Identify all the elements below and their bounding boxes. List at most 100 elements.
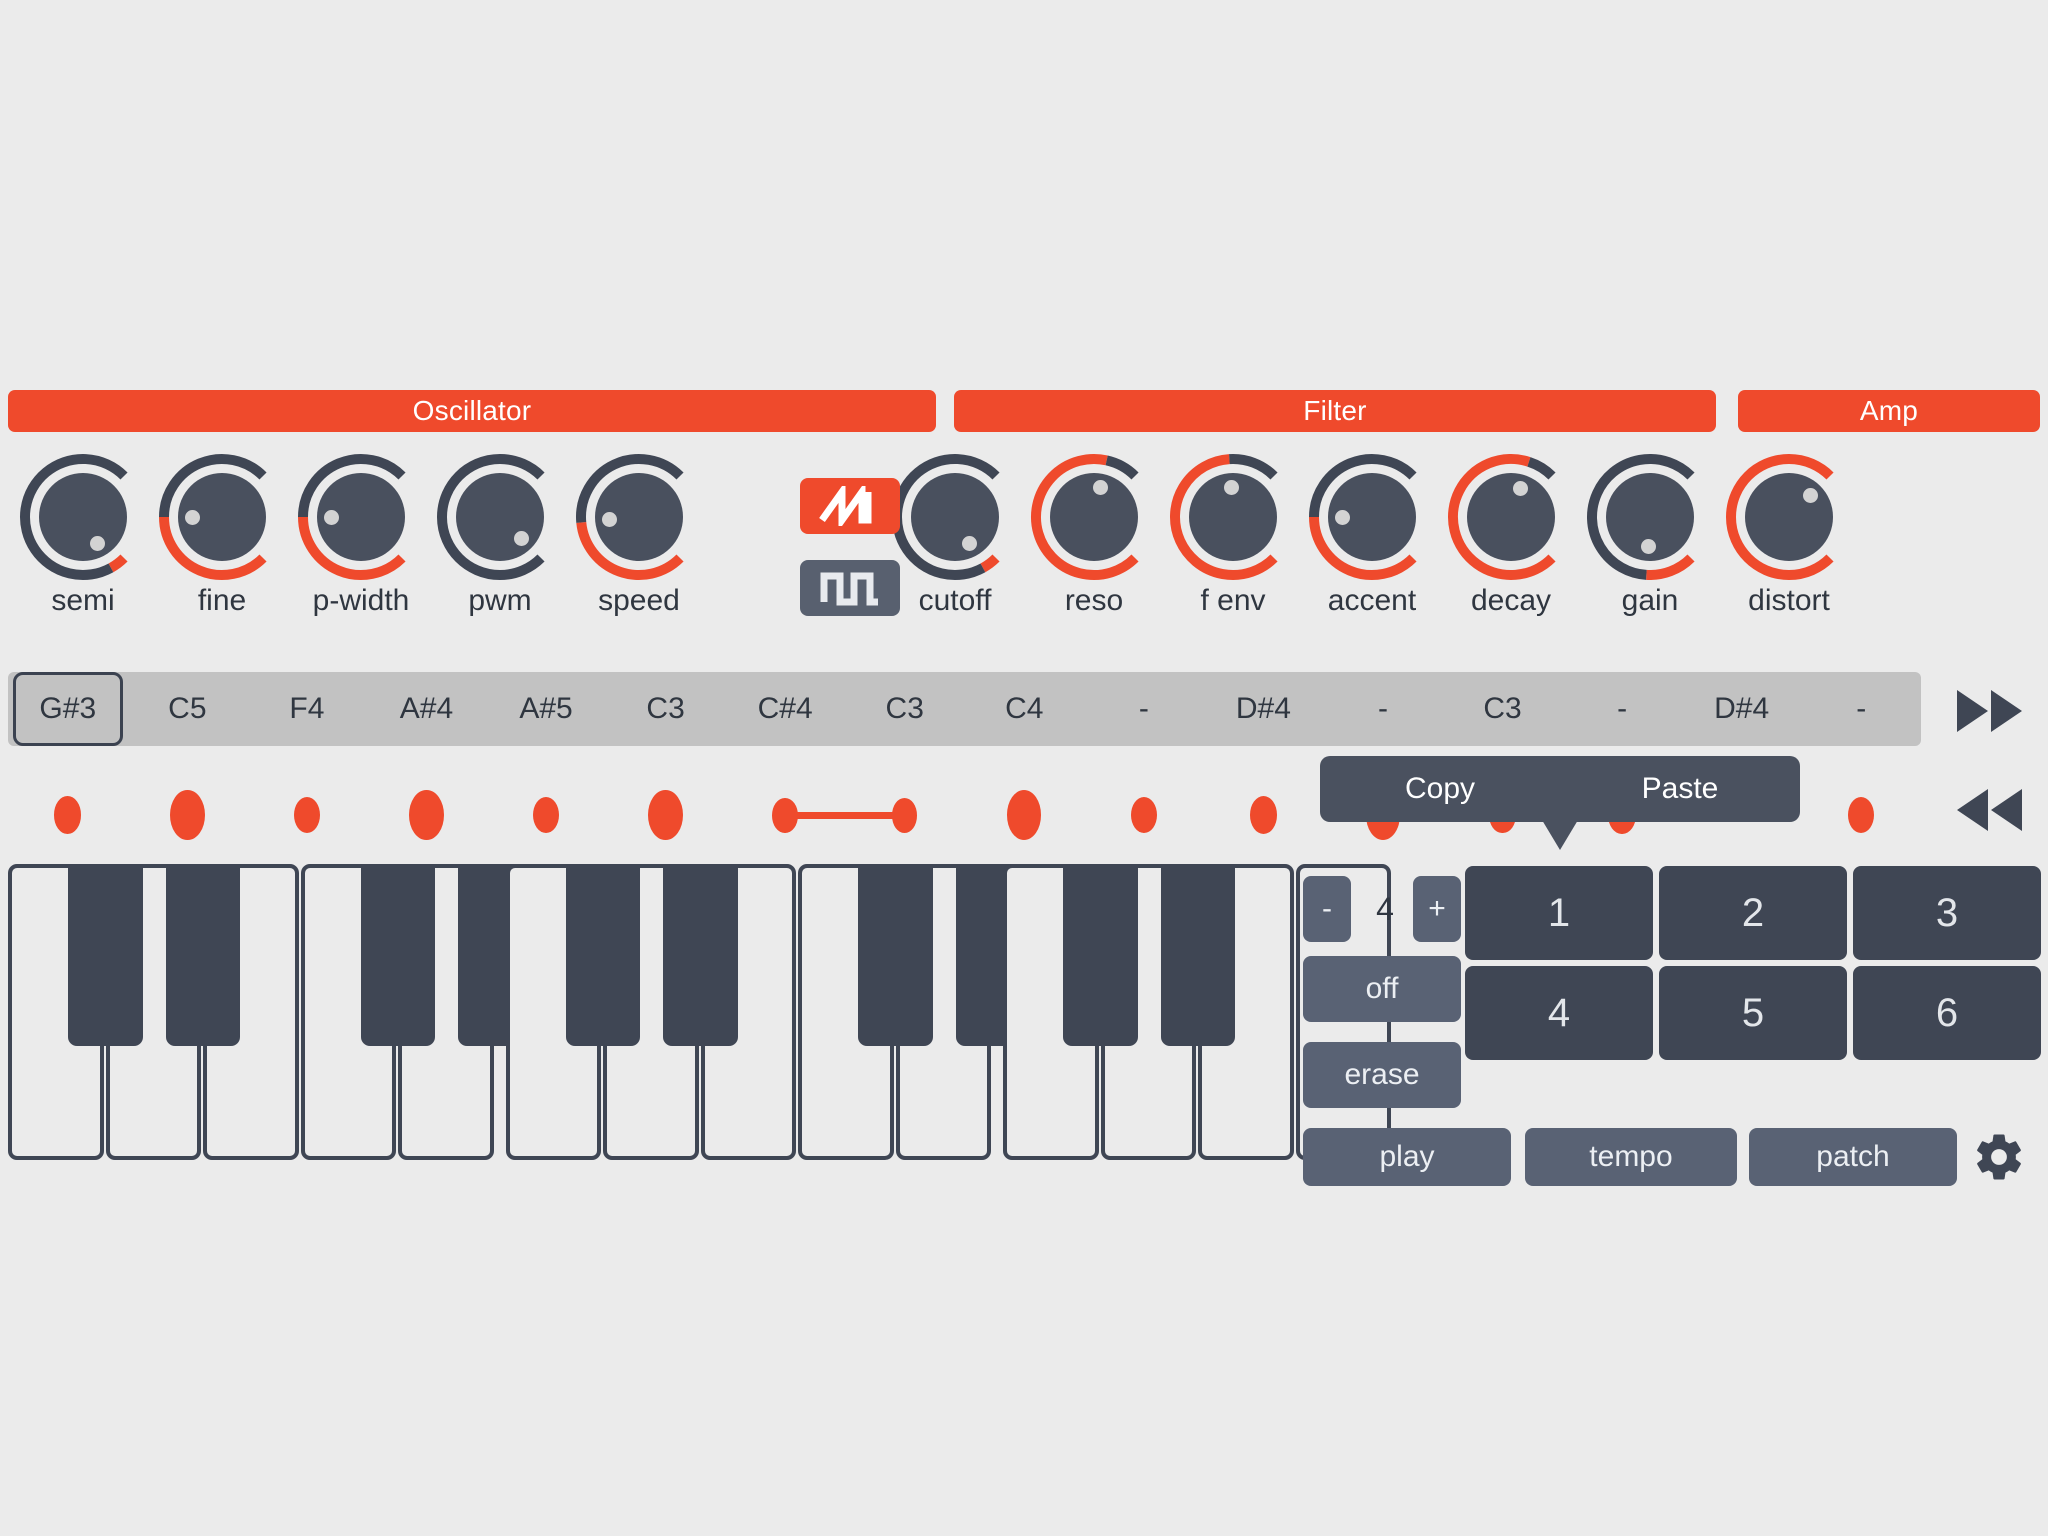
section-header-filter: Filter [954,390,1716,432]
knob-label: distort [1748,584,1830,617]
knob-pointer [89,535,105,551]
knob-dial[interactable] [1029,452,1159,582]
knob-p-width[interactable]: p-width [296,452,426,628]
paste-button[interactable]: Paste [1560,772,1800,806]
sequencer-velocity-dot-15[interactable] [1848,796,1875,834]
sequencer-step-6[interactable]: C#4 [725,672,845,746]
sequencer-step-4[interactable]: A#5 [486,672,606,746]
black-key[interactable] [1160,864,1236,1046]
knob-dial[interactable] [1307,452,1437,582]
black-key[interactable] [165,864,241,1046]
knob-dial[interactable] [1585,452,1715,582]
sequencer-tie-6 [785,811,905,819]
knob-dial[interactable] [18,452,148,582]
sequencer-step-0[interactable]: G#3 [12,672,123,746]
pattern-button-2[interactable]: 2 [1659,866,1847,960]
knob-label: speed [598,584,680,617]
fast-forward-button[interactable] [1955,688,2025,734]
settings-button[interactable] [1972,1130,2026,1184]
knob-gain[interactable]: gain [1585,452,1715,628]
knob-dial[interactable] [1446,452,1576,582]
steps-decrement-button[interactable]: - [1303,876,1351,942]
waveform-button-pulse[interactable] [800,560,900,616]
tempo-button[interactable]: tempo [1525,1128,1737,1186]
sequencer-velocity-dot-3[interactable] [409,790,444,840]
sequencer-step-13[interactable]: - [1562,672,1682,746]
pattern-button-6[interactable]: 6 [1853,966,2041,1060]
steps-increment-button[interactable]: + [1413,876,1461,942]
sequencer-step-11[interactable]: - [1323,672,1443,746]
black-key[interactable] [663,864,738,1046]
pattern-button-label: 5 [1741,990,1765,1035]
knob-reso[interactable]: reso [1029,452,1159,628]
sequencer-velocity-dot-8[interactable] [1007,790,1042,840]
black-key[interactable] [68,864,143,1046]
sequencer-step-note: A#5 [519,692,573,725]
sequencer-velocity-dot-9[interactable] [1130,796,1157,834]
knob-semi[interactable]: semi [18,452,148,628]
sequencer-velocity-dot-1[interactable] [170,790,205,840]
knob-speed[interactable]: speed [574,452,704,628]
knob-dial[interactable] [1724,452,1854,582]
play-button-label: play [1379,1140,1435,1173]
waveform-button-sawtooth[interactable] [800,478,900,534]
sequencer-step-10[interactable]: D#4 [1204,672,1324,746]
sequencer-velocity-dot-5[interactable] [648,790,683,840]
black-key[interactable] [565,864,641,1046]
pattern-button-3[interactable]: 3 [1853,866,2041,960]
sequencer-step-7[interactable]: C3 [845,672,965,746]
keyboard-octave-0 [8,864,533,1160]
black-key[interactable] [1063,864,1138,1046]
sequencer-step-8[interactable]: C4 [965,672,1085,746]
knob-fine[interactable]: fine [157,452,287,628]
sequencer-step-2[interactable]: F4 [247,672,367,746]
play-button[interactable]: play [1303,1128,1511,1186]
knob-dial[interactable] [1168,452,1298,582]
knob-dial[interactable] [890,452,1020,582]
knob-accent[interactable]: accent [1307,452,1437,628]
knob-cap [911,473,999,561]
black-key[interactable] [360,864,436,1046]
sequencer-step-note: C3 [1483,692,1522,725]
patch-button[interactable]: patch [1749,1128,1957,1186]
sequencer-step-1[interactable]: C5 [128,672,248,746]
knob-pointer [1802,488,1818,504]
sequencer-step-note: - [1377,692,1388,725]
sequencer-step-5[interactable]: C3 [606,672,726,746]
copy-button[interactable]: Copy [1320,772,1560,806]
section-header-label: Filter [1303,395,1367,426]
knob-pwm[interactable]: pwm [435,452,565,628]
pattern-button-5[interactable]: 5 [1659,966,1847,1060]
sequencer-step-14[interactable]: D#4 [1682,672,1802,746]
sequencer-step-12[interactable]: C3 [1443,672,1563,746]
gear-icon [1977,1134,2021,1180]
off-button[interactable]: off [1303,956,1461,1022]
knob-dial[interactable] [157,452,287,582]
knob-cutoff[interactable]: cutoff [890,452,1020,628]
sequencer-velocity-dot-7[interactable] [892,797,918,833]
sequencer-step-note: D#4 [1235,692,1291,725]
knob-dial[interactable] [435,452,565,582]
sequencer-velocity-dot-10[interactable] [1249,795,1278,835]
knob-distort[interactable]: distort [1724,452,1854,628]
synthesizer-app: Oscillator Filter Amp semi fine p-width pwm spe… [0,0,2048,1536]
knob-dial[interactable] [296,452,426,582]
erase-button[interactable]: erase [1303,1042,1461,1108]
patch-button-label: patch [1816,1140,1890,1173]
sequencer-step-note: - [1138,692,1149,725]
knob-decay[interactable]: decay [1446,452,1576,628]
rewind-button[interactable] [1955,787,2025,833]
pattern-button-label: 4 [1547,990,1571,1035]
sequencer-step-3[interactable]: A#4 [367,672,487,746]
knob-pointer [601,512,617,528]
sequencer-step-9[interactable]: - [1084,672,1204,746]
pattern-button-4[interactable]: 4 [1465,966,1653,1060]
knob-f-env[interactable]: f env [1168,452,1298,628]
knob-dial[interactable] [574,452,704,582]
black-key[interactable] [858,864,933,1046]
sequencer-step-15[interactable]: - [1801,672,1921,746]
sequencer-velocity-dot-0[interactable] [54,796,82,834]
sequencer-velocity-dot-2[interactable] [293,796,320,834]
sequencer-velocity-dot-4[interactable] [532,796,560,834]
pattern-button-1[interactable]: 1 [1465,866,1653,960]
